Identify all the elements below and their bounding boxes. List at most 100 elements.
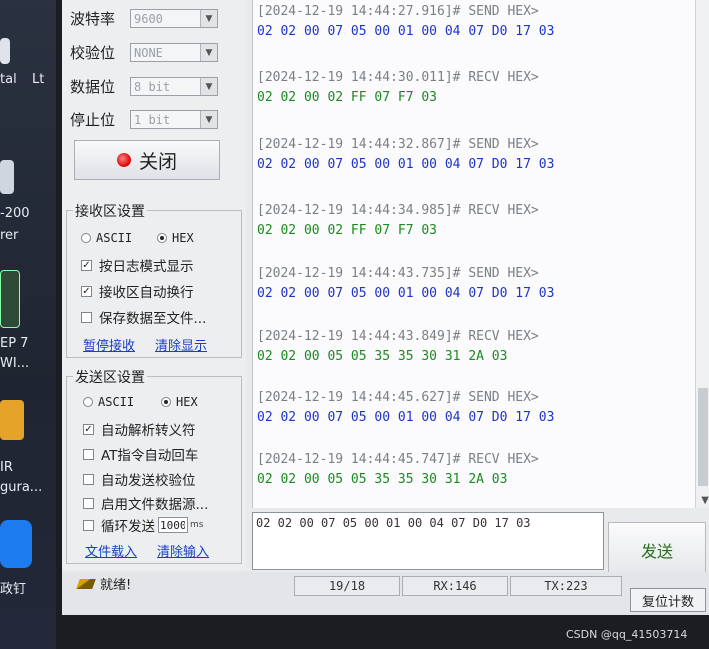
send-hex-radio[interactable]: HEX	[161, 395, 198, 409]
data-bits-label: 数据位	[70, 78, 116, 96]
dingtalk-icon[interactable]	[0, 520, 32, 568]
radio-icon	[81, 233, 91, 243]
baud-select[interactable]: 9600 ▼	[130, 9, 218, 28]
log-hex: 02 02 00 07 05 00 01 00 04 07 D0 17 03	[257, 24, 555, 39]
log-scrollbar[interactable]: ▼	[695, 0, 709, 508]
radio-icon	[83, 397, 93, 407]
log-entry: [2024-12-19 14:44:34.985]# RECV HEX> 02 …	[257, 203, 539, 238]
desktop-label: Lt	[32, 72, 45, 87]
parse-escape-checkbox[interactable]: ✓ 自动解析转义符	[83, 419, 196, 439]
parity-select[interactable]: NONE ▼	[130, 43, 218, 62]
close-port-button[interactable]: 关闭	[74, 140, 220, 180]
receive-settings-group: 接收区设置 ASCII HEX ✓ 按日志模式显示 ✓ 接收区自动换行 保存数据…	[66, 201, 242, 358]
log-timestamp: [2024-12-19 14:44:34.985]# RECV HEX>	[257, 203, 539, 218]
file-source-checkbox[interactable]: 启用文件数据源...	[83, 493, 208, 513]
unchecked-icon	[83, 448, 94, 460]
status-count: 19/18	[294, 576, 400, 596]
desktop-label: -200	[0, 206, 30, 221]
loop-unit: ms	[190, 520, 204, 530]
chevron-down-icon[interactable]: ▼	[200, 44, 217, 61]
loop-interval-input[interactable]	[158, 517, 188, 533]
checked-icon: ✓	[81, 259, 92, 271]
parity-row: 校验位 NONE ▼	[70, 42, 218, 63]
log-hex: 02 02 00 02 FF 07 F7 03	[257, 90, 438, 105]
parity-value: NONE	[134, 45, 163, 60]
loop-send-checkbox[interactable]: 循环发送 ms	[83, 515, 203, 535]
log-timestamp: [2024-12-19 14:44:43.735]# SEND HEX>	[257, 266, 539, 281]
log-entry: [2024-12-19 14:44:45.627]# SEND HEX> 02 …	[257, 390, 554, 425]
log-hex: 02 02 00 07 05 00 01 00 04 07 D0 17 03	[257, 157, 555, 172]
log-timestamp: [2024-12-19 14:44:45.747]# RECV HEX>	[257, 452, 539, 467]
receive-ascii-radio[interactable]: ASCII	[81, 231, 132, 245]
log-entry: [2024-12-19 14:44:27.916]# SEND HEX> 02 …	[257, 4, 554, 39]
log-hex: 02 02 00 05 05 35 35 30 31 2A 03	[257, 349, 508, 364]
log-entry: [2024-12-19 14:44:32.867]# SEND HEX> 02 …	[257, 137, 554, 172]
checked-icon: ✓	[81, 285, 92, 297]
desktop-app-icon[interactable]	[0, 38, 10, 64]
desktop-label: WI...	[0, 356, 30, 371]
radio-selected-icon	[157, 233, 167, 243]
desktop-app-icon[interactable]	[0, 270, 20, 328]
watermark: CSDN @qq_41503714	[566, 628, 688, 641]
at-auto-newline-checkbox[interactable]: AT指令自动回车	[83, 444, 198, 464]
chevron-down-icon[interactable]: ▼	[200, 78, 217, 95]
send-ascii-radio[interactable]: ASCII	[83, 395, 134, 409]
chevron-down-icon[interactable]: ▼	[200, 10, 217, 27]
send-settings-title: 发送区设置	[73, 367, 147, 387]
stop-bits-select[interactable]: 1 bit ▼	[130, 110, 218, 129]
stop-bits-label: 停止位	[70, 111, 116, 129]
clear-display-link[interactable]: 清除显示	[155, 335, 207, 354]
log-hex: 02 02 00 05 05 35 35 30 31 2A 03	[257, 472, 508, 487]
stop-bits-value: 1 bit	[134, 112, 171, 127]
log-entry: [2024-12-19 14:44:30.011]# RECV HEX> 02 …	[257, 70, 539, 105]
status-ready-text: 就绪!	[100, 578, 132, 593]
desktop-label: rer	[0, 228, 19, 243]
pause-receive-link[interactable]: 暂停接收	[83, 335, 135, 354]
auto-newline-checkbox[interactable]: ✓ 接收区自动换行	[81, 281, 194, 301]
log-scrollbar-thumb[interactable]	[698, 388, 708, 486]
unchecked-icon	[83, 519, 94, 531]
log-timestamp: [2024-12-19 14:44:30.011]# RECV HEX>	[257, 70, 539, 85]
file-load-link[interactable]: 文件载入	[85, 541, 137, 560]
desktop-strip: tal Lt -200 rer EP 7 WI... IR gura... 政钉	[0, 0, 56, 649]
baud-label: 波特率	[70, 10, 116, 28]
send-input[interactable]: 02 02 00 07 05 00 01 00 04 07 D0 17 03	[252, 512, 604, 570]
log-timestamp: [2024-12-19 14:44:43.849]# RECV HEX>	[257, 329, 539, 344]
baud-value: 9600	[134, 11, 163, 26]
desktop-label: EP 7	[0, 336, 29, 351]
log-entry: [2024-12-19 14:44:43.849]# RECV HEX> 02 …	[257, 329, 539, 364]
receive-log[interactable]: [2024-12-19 14:44:27.916]# SEND HEX> 02 …	[252, 0, 709, 508]
data-bits-row: 数据位 8 bit ▼	[70, 76, 218, 97]
data-bits-value: 8 bit	[134, 79, 171, 94]
data-bits-select[interactable]: 8 bit ▼	[130, 77, 218, 96]
send-settings-group: 发送区设置 ASCII HEX ✓ 自动解析转义符 AT指令自动回车 自动发送校…	[66, 367, 242, 564]
desktop-app-icon[interactable]	[0, 400, 24, 440]
desktop-label: gura...	[0, 480, 43, 495]
status-bar: 就绪! 19/18 RX:146 TX:223 复位计数	[62, 572, 709, 615]
save-to-file-checkbox[interactable]: 保存数据至文件...	[81, 307, 206, 327]
receive-settings-title: 接收区设置	[73, 201, 147, 221]
clear-input-link[interactable]: 清除输入	[157, 541, 209, 560]
serial-tool-window: 波特率 9600 ▼ 校验位 NONE ▼ 数据位 8 bit ▼ 停止位 1 …	[62, 0, 709, 615]
stop-bits-row: 停止位 1 bit ▼	[70, 109, 218, 130]
parity-label: 校验位	[70, 44, 116, 62]
checked-icon: ✓	[83, 423, 94, 435]
reset-count-button[interactable]: 复位计数	[630, 588, 706, 612]
log-hex: 02 02 00 07 05 00 01 00 04 07 D0 17 03	[257, 410, 555, 425]
log-mode-checkbox[interactable]: ✓ 按日志模式显示	[81, 255, 194, 275]
log-timestamp: [2024-12-19 14:44:27.916]# SEND HEX>	[257, 4, 539, 19]
chevron-down-icon[interactable]: ▼	[200, 111, 217, 128]
receive-hex-radio[interactable]: HEX	[157, 231, 194, 245]
desktop-label: tal	[0, 72, 17, 87]
unchecked-icon	[83, 473, 94, 485]
desktop-app-icon[interactable]	[0, 160, 14, 194]
desktop-label: 政钉	[0, 582, 27, 597]
log-hex: 02 02 00 02 FF 07 F7 03	[257, 223, 438, 238]
send-button[interactable]: 发送	[608, 522, 706, 578]
desktop-label: IR	[0, 460, 13, 475]
log-timestamp: [2024-12-19 14:44:32.867]# SEND HEX>	[257, 137, 539, 152]
unchecked-icon	[81, 311, 92, 323]
auto-checksum-checkbox[interactable]: 自动发送校验位	[83, 469, 196, 489]
status-light-icon	[116, 153, 131, 167]
scroll-down-icon[interactable]: ▼	[701, 495, 709, 506]
